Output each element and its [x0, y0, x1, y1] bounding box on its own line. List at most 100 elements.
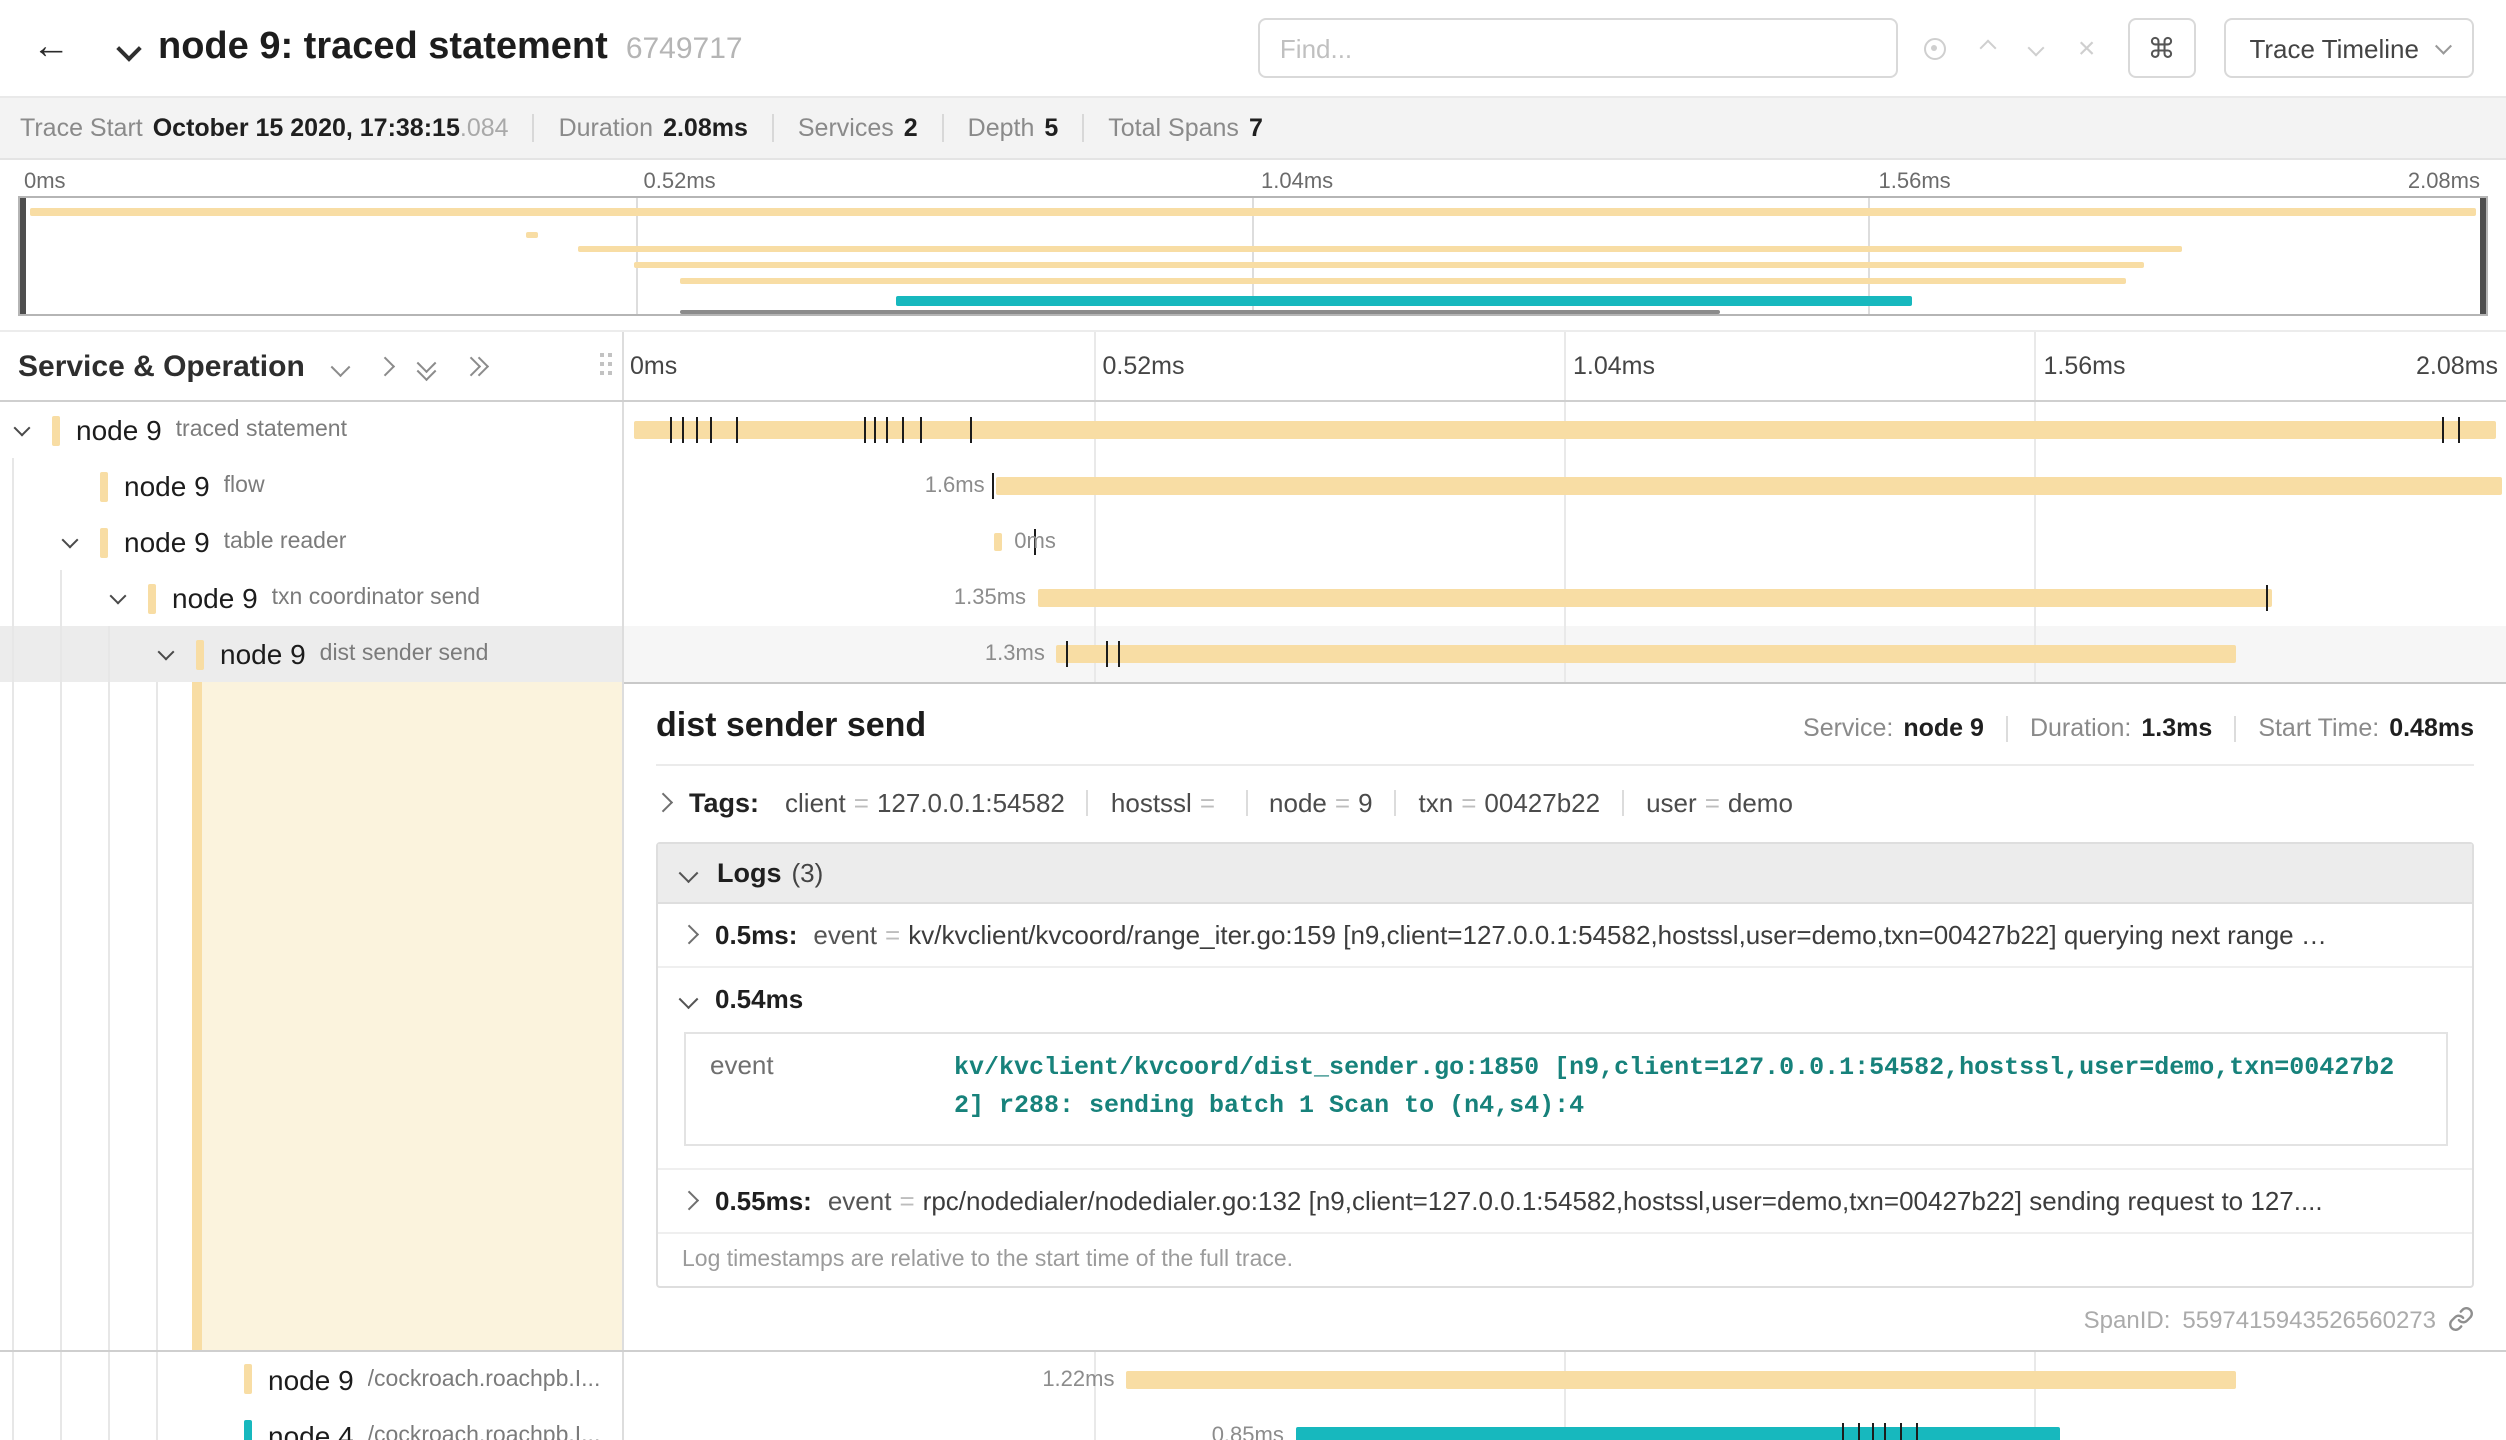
tag-key: user	[1646, 788, 1697, 818]
collapse-chevron-icon[interactable]	[158, 644, 175, 661]
span-bar-cell[interactable]: 0.85ms	[624, 1408, 2506, 1440]
expand-all-icon[interactable]	[464, 360, 486, 373]
span-bar-cell[interactable]: 1.35ms	[624, 570, 2506, 626]
log-row[interactable]: 0.5ms: event kv/kvclient/kvcoord/range_i…	[658, 904, 2472, 968]
span-bar-cell[interactable]: 0ms	[624, 514, 2506, 570]
prev-match-icon[interactable]	[1979, 40, 1996, 57]
event-tick	[1106, 641, 1108, 667]
span-row[interactable]: node 9dist sender send1.3ms	[0, 626, 2506, 682]
span-name: node 9traced statement	[0, 414, 359, 446]
span-name-cell[interactable]: node 9/cockroach.roachpb.I...	[0, 1352, 624, 1408]
equals-sign	[899, 1186, 914, 1216]
span-bar[interactable]	[633, 421, 2496, 439]
equals-sign	[885, 920, 900, 950]
span-bar[interactable]	[995, 533, 1003, 551]
rows-after: node 9/cockroach.roachpb.I...1.22msnode …	[0, 1352, 2506, 1440]
span-bar[interactable]	[997, 477, 2503, 495]
back-arrow-icon: ←	[32, 26, 70, 68]
log-field-key: event	[813, 920, 877, 950]
span-name-cell[interactable]: node 9flow	[0, 458, 624, 514]
collapse-one-icon[interactable]	[332, 357, 350, 375]
event-tick	[1900, 1423, 1902, 1440]
span-row[interactable]: node 9flow 1.6ms	[0, 458, 2506, 514]
logs-toggle-chevron-icon[interactable]	[679, 864, 697, 882]
separator	[1087, 790, 1089, 816]
event-tick	[903, 417, 905, 443]
span-row[interactable]: node 9txn coordinator send1.35ms	[0, 570, 2506, 626]
minimap-left-scrubber[interactable]	[20, 198, 26, 314]
span-name-cell[interactable]: node 9dist sender send	[0, 626, 624, 682]
span-bar[interactable]	[1126, 1371, 2236, 1389]
next-match-icon[interactable]	[2027, 40, 2044, 57]
tag-key: client	[785, 788, 846, 818]
span-name-cell[interactable]: node 9txn coordinator send	[0, 570, 624, 626]
service-color-chip	[100, 471, 108, 501]
span-bar[interactable]	[1057, 645, 2237, 663]
tags-section[interactable]: Tags: client127.0.0.1:54582 hostssl node…	[656, 788, 2474, 818]
copy-link-icon[interactable]	[2448, 1307, 2474, 1333]
service-name: node 4	[268, 1420, 354, 1440]
collapse-chevron-icon[interactable]	[14, 420, 31, 437]
span-name-cell[interactable]: node 9table reader	[0, 514, 624, 570]
minimap-right-scrubber[interactable]	[2480, 198, 2486, 314]
event-tick	[970, 417, 972, 443]
time-tick-label: 1.04ms	[1261, 169, 1333, 193]
selected-span-tint	[202, 682, 622, 1350]
span-row[interactable]: node 9/cockroach.roachpb.I...1.22ms	[0, 1352, 2506, 1408]
clear-find-icon[interactable]: ×	[2078, 33, 2096, 63]
timeline-header: Service & Operation 0ms 0.52ms 1.04ms 1.…	[0, 330, 2506, 402]
summary-value: 7	[1249, 114, 1263, 142]
service-color-chip	[244, 1421, 252, 1440]
collapse-chevron-icon[interactable]	[62, 532, 79, 549]
detail-operation-title: dist sender send	[656, 706, 1803, 746]
log-row[interactable]: 0.55ms: event rpc/nodedialer/nodedialer.…	[658, 1170, 2472, 1234]
span-row[interactable]: node 4/cockroach.roachpb.I... 0.85ms	[0, 1408, 2506, 1440]
minimap-span-bar	[30, 208, 2476, 216]
minimap-span-bar	[681, 278, 2126, 284]
logs-count: (3)	[792, 858, 824, 888]
minimap-canvas[interactable]	[18, 196, 2488, 316]
span-name-cell[interactable]: node 4/cockroach.roachpb.I...	[0, 1408, 624, 1440]
summary-label: Services	[798, 114, 894, 142]
logs-header[interactable]: Logs (3)	[658, 844, 2472, 904]
summary-total-spans: Total Spans7	[1108, 114, 1263, 142]
chevron-slot	[16, 426, 52, 434]
equals-sign	[854, 788, 869, 818]
span-bar-cell[interactable]: 1.3ms	[624, 626, 2506, 682]
log-row-expanded[interactable]: 0.54ms event kv/kvclient/kvcoord/dist_se…	[658, 968, 2472, 1170]
meta-label: Duration:	[2030, 714, 2131, 742]
span-bar[interactable]	[1296, 1427, 2060, 1440]
log-toggle-chevron-icon[interactable]	[679, 990, 697, 1008]
equals-sign	[1705, 788, 1720, 818]
tags-toggle-chevron-icon[interactable]	[653, 794, 671, 812]
span-row[interactable]: node 9table reader0ms	[0, 514, 2506, 570]
log-toggle-chevron-icon[interactable]	[679, 926, 697, 944]
keyboard-shortcuts-button[interactable]: ⌘	[2127, 18, 2195, 78]
expand-one-icon[interactable]	[375, 357, 393, 375]
span-name-cell[interactable]: node 9traced statement	[0, 402, 624, 458]
trace-collapse-chevron-icon[interactable]	[120, 32, 138, 68]
trace-view-selector-button[interactable]: Trace Timeline	[2223, 18, 2474, 78]
collapse-all-icon[interactable]	[421, 356, 434, 376]
span-duration-label: 1.6ms	[925, 474, 985, 498]
collapse-chevron-icon[interactable]	[110, 588, 127, 605]
focus-match-icon[interactable]	[1924, 37, 1946, 59]
operation-name: /cockroach.roachpb.I...	[368, 1424, 613, 1440]
back-button[interactable]: ←	[20, 26, 88, 70]
summary-trace-start: Trace StartOctober 15 2020, 17:38:15.084	[20, 114, 509, 142]
column-resizer-grip[interactable]	[600, 353, 612, 379]
span-bar-cell[interactable]: 1.6ms	[624, 458, 2506, 514]
equals-sign	[1461, 788, 1476, 818]
span-duration-label: 0.85ms	[1212, 1424, 1284, 1440]
span-bar[interactable]	[1038, 589, 2273, 607]
chevron-slot	[160, 650, 196, 658]
log-toggle-chevron-icon[interactable]	[679, 1191, 697, 1209]
find-input[interactable]	[1258, 18, 1898, 78]
log-expanded-header[interactable]: 0.54ms	[682, 984, 2448, 1014]
span-row[interactable]: node 9traced statement	[0, 402, 2506, 458]
span-bar-cell[interactable]: 1.22ms	[624, 1352, 2506, 1408]
span-bar-cell[interactable]	[624, 402, 2506, 458]
event-tick	[2267, 585, 2269, 611]
tag-item: node9	[1269, 788, 1373, 818]
service-name: node 9	[124, 526, 210, 558]
